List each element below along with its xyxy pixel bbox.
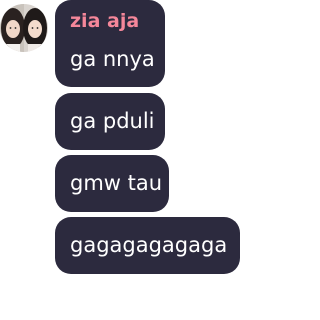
message-text: gmw tau: [70, 171, 163, 195]
message-bubble[interactable]: ga pduli: [55, 93, 165, 150]
message-text: ga nnya: [70, 47, 155, 71]
message-bubble[interactable]: gmw tau: [55, 155, 169, 212]
message-text: gagagagagaga: [70, 233, 228, 257]
message-bubble[interactable]: gagagagagaga: [55, 217, 240, 274]
sender-name: zia aja: [70, 10, 140, 32]
profile-photo-icon: [0, 4, 48, 52]
sender-avatar[interactable]: [0, 4, 48, 52]
message-text: ga pduli: [70, 109, 155, 133]
message-bubble[interactable]: zia aja ga nnya: [55, 0, 165, 87]
